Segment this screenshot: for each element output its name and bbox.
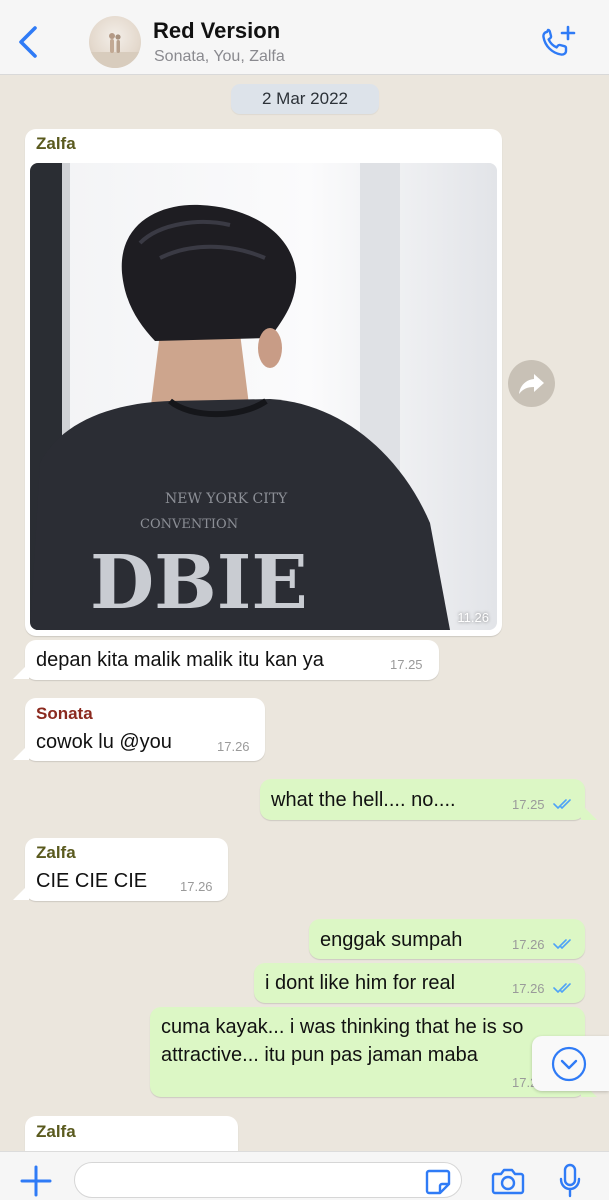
chat-header: Red Version Sonata, You, Zalfa xyxy=(0,0,609,75)
date-chip: 2 Mar 2022 xyxy=(231,84,379,114)
message-time: 17.26 xyxy=(512,937,545,952)
add-call-button[interactable] xyxy=(538,24,578,60)
microphone-icon xyxy=(559,1163,581,1198)
sender-name: Zalfa xyxy=(36,843,76,862)
bubble-tail xyxy=(581,804,597,820)
message-text: cowok lu @you xyxy=(36,731,172,753)
svg-text:NEW YORK CITY: NEW YORK CITY xyxy=(165,491,288,507)
message-time: 17.26 xyxy=(217,739,250,754)
message-time: 17.25 xyxy=(390,657,423,672)
read-ticks-icon xyxy=(553,799,571,810)
message-text: CIE CIE CIE xyxy=(36,870,148,892)
attach-button[interactable] xyxy=(20,1165,52,1197)
sticker-icon xyxy=(425,1169,451,1195)
message-text: enggak sumpah xyxy=(320,929,463,951)
bubble-tail xyxy=(13,744,29,760)
avatar-image xyxy=(89,33,141,68)
message-time: 17.25 xyxy=(512,797,545,812)
sender-name: Sonata xyxy=(36,704,93,723)
camera-button[interactable] xyxy=(491,1166,525,1196)
plus-icon xyxy=(20,1165,52,1197)
chat-title[interactable]: Red Version xyxy=(153,18,280,44)
sticker-button[interactable] xyxy=(424,1168,452,1196)
phone-plus-icon xyxy=(542,25,576,56)
message-text: cuma kayak... i was thinking that he is … xyxy=(161,1016,524,1066)
chat-members: Sonata, You, Zalfa xyxy=(154,48,285,65)
scroll-to-bottom-button[interactable] xyxy=(532,1036,609,1091)
chevron-down-circle-icon xyxy=(551,1046,587,1082)
photo-attachment[interactable]: NEW YORK CITY CONVENTION DBIE 11.26 xyxy=(30,163,497,630)
message-time: 17.26 xyxy=(512,981,545,996)
forward-button[interactable] xyxy=(508,360,555,407)
chevron-left-icon xyxy=(19,26,37,58)
camera-icon xyxy=(491,1168,525,1195)
bubble-tail xyxy=(13,884,29,900)
voice-message-button[interactable] xyxy=(558,1163,582,1199)
message-input[interactable] xyxy=(74,1162,462,1198)
svg-text:CONVENTION: CONVENTION xyxy=(140,517,238,532)
message-text: what the hell.... no.... xyxy=(271,789,456,811)
forward-arrow-icon xyxy=(519,374,544,394)
group-avatar[interactable] xyxy=(89,16,141,68)
composer-bar xyxy=(0,1151,609,1200)
read-ticks-icon xyxy=(553,983,571,994)
back-button[interactable] xyxy=(14,24,44,60)
message-time: 11.26 xyxy=(457,610,489,625)
message-time: 17.26 xyxy=(180,879,213,894)
read-ticks-icon xyxy=(553,939,571,950)
photo-image: NEW YORK CITY CONVENTION DBIE xyxy=(30,163,497,630)
bubble-tail xyxy=(13,663,29,679)
message-text: i dont like him for real xyxy=(265,972,456,994)
sender-name: Zalfa xyxy=(36,134,76,153)
message-text: depan kita malik malik itu kan ya xyxy=(36,649,324,671)
svg-text:DBIE: DBIE xyxy=(90,540,308,626)
sender-name: Zalfa xyxy=(36,1122,76,1141)
